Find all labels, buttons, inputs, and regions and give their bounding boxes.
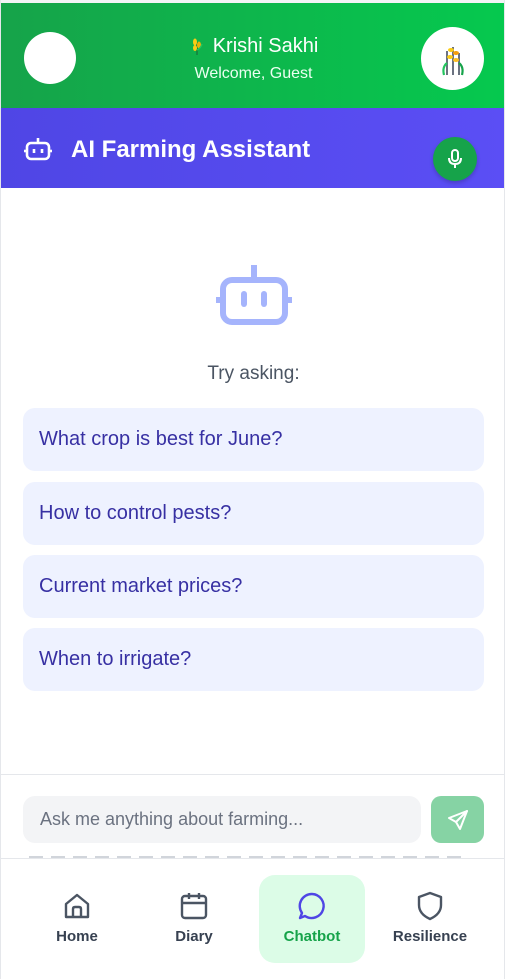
chat-input[interactable]: [23, 796, 421, 843]
app-header: Krishi Sakhi Welcome, Guest: [1, 3, 504, 108]
shield-icon: [417, 891, 443, 921]
try-asking-label: Try asking:: [207, 363, 300, 384]
assistant-title: AI Farming Assistant: [71, 136, 311, 163]
nav-label-resilience: Resilience: [392, 928, 468, 945]
wheat-icon: [192, 38, 203, 55]
calendar-icon: [180, 893, 208, 920]
home-icon: [64, 893, 90, 919]
suggestion-chip[interactable]: When to irrigate?: [23, 628, 484, 691]
suggestion-chip[interactable]: What crop is best for June?: [23, 408, 484, 471]
wheat-logo-icon: [441, 46, 464, 75]
nav-item-resilience[interactable]: Resilience: [377, 875, 483, 963]
nav-label-home: Home: [56, 928, 98, 945]
nav-item-chatbot[interactable]: Chatbot: [259, 875, 365, 963]
app-title-row: Krishi Sakhi: [189, 33, 319, 59]
suggestion-chip[interactable]: Current market prices?: [23, 555, 484, 618]
send-button[interactable]: [431, 796, 484, 843]
robot-illustration-icon: [216, 265, 292, 325]
send-icon: [447, 809, 468, 830]
app-frame: Krishi Sakhi Welcome, Guest AI Farming A…: [0, 0, 505, 979]
microphone-icon: [448, 149, 462, 168]
nav-label-chatbot: Chatbot: [283, 928, 341, 945]
robot-icon: [24, 138, 52, 161]
app-logo[interactable]: [421, 27, 484, 90]
nav-item-diary[interactable]: Diary: [141, 875, 247, 963]
app-title: Krishi Sakhi: [212, 35, 319, 57]
nav-label-diary: Diary: [175, 928, 213, 945]
chat-icon: [298, 892, 325, 920]
nav-item-home[interactable]: Home: [24, 875, 130, 963]
input-divider: [1, 774, 504, 775]
microphone-button[interactable]: [433, 137, 477, 181]
suggestion-chip[interactable]: How to control pests?: [23, 482, 484, 545]
